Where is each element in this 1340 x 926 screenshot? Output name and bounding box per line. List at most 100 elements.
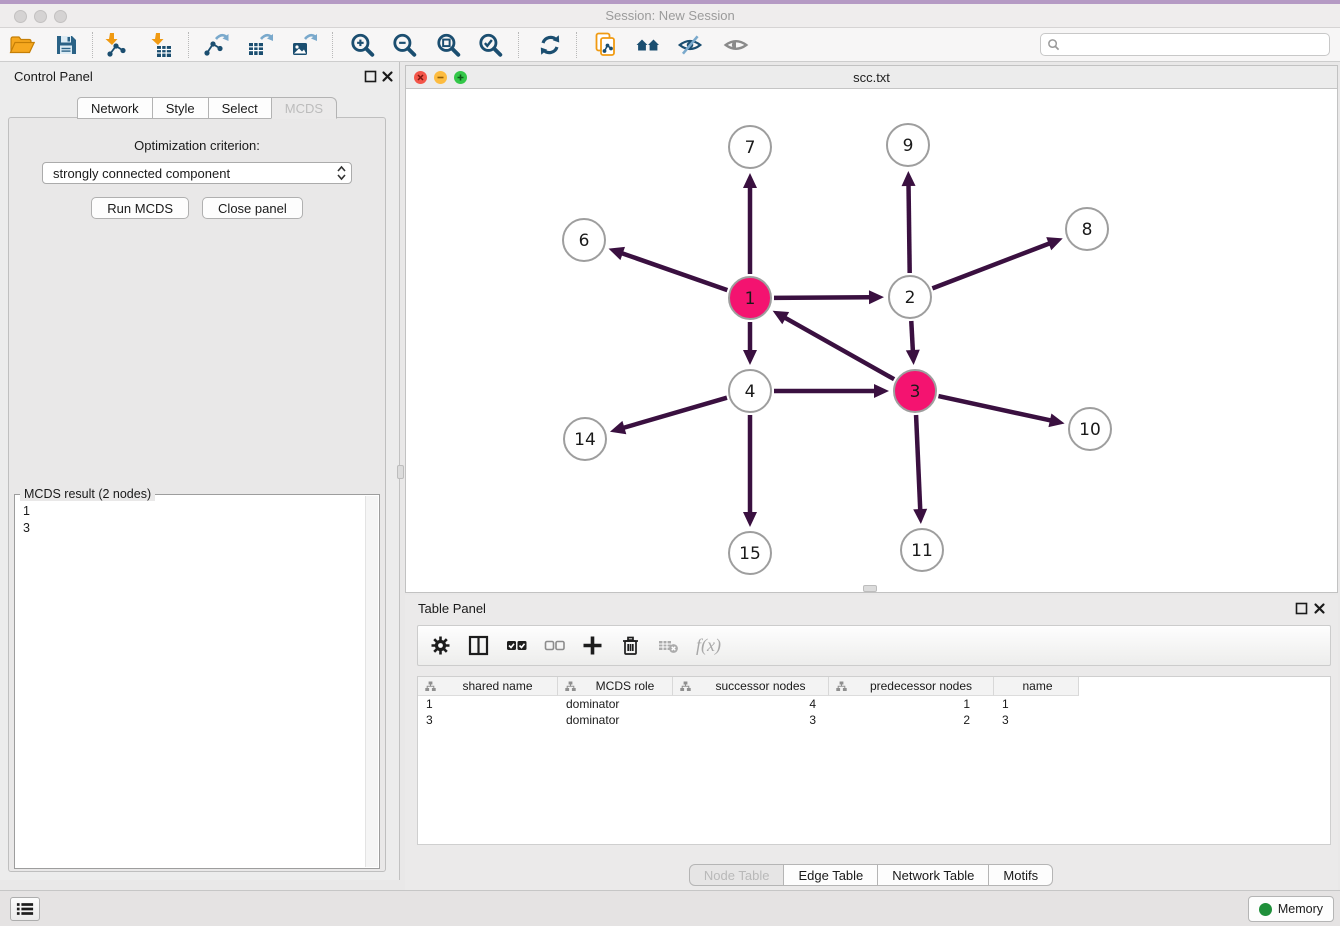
table-cell[interactable]: 3 — [418, 712, 558, 728]
main-titlebar[interactable]: Session: New Session — [0, 4, 1340, 28]
mcds-buttons-row: Run MCDS Close panel — [9, 197, 385, 219]
tab-network[interactable]: Network — [77, 97, 153, 119]
graph-edge-3-10[interactable] — [938, 396, 1051, 421]
column-header-mcds-role[interactable]: MCDS role — [558, 677, 673, 696]
close-table-panel-button[interactable] — [1313, 602, 1326, 615]
graph-edge-3-11[interactable] — [916, 415, 920, 511]
table-cell[interactable]: 2 — [829, 712, 994, 728]
network-view-window: scc.txt 7968124314101511 — [405, 65, 1338, 593]
graph-arrowhead — [743, 173, 757, 188]
tab-network-table[interactable]: Network Table — [877, 864, 989, 886]
table-cell[interactable]: 3 — [994, 712, 1079, 728]
criterion-select[interactable]: strongly connected component — [42, 162, 352, 184]
zoom-fit-button[interactable] — [434, 31, 462, 59]
table-cell[interactable]: 4 — [673, 696, 829, 712]
delete-table-button[interactable] — [658, 635, 679, 656]
graph-edge-3-1[interactable] — [784, 317, 894, 379]
tab-motifs[interactable]: Motifs — [988, 864, 1053, 886]
hierarchy-icon — [680, 681, 691, 692]
control-panel-header: Control Panel — [0, 62, 399, 92]
add-column-button[interactable] — [582, 635, 603, 656]
hide-panel-button[interactable] — [676, 31, 704, 59]
table-cell[interactable]: 1 — [994, 696, 1079, 712]
search-input[interactable] — [1064, 35, 1323, 54]
result-scrollbar[interactable] — [365, 496, 378, 867]
column-header-name[interactable]: name — [994, 677, 1079, 696]
deselect-checkboxes-button[interactable] — [544, 635, 565, 656]
panel-splitter-vertical[interactable] — [397, 465, 404, 479]
reset-layout-button[interactable] — [634, 31, 662, 59]
split-columns-button[interactable] — [468, 635, 489, 656]
network-window-titlebar[interactable]: scc.txt — [406, 66, 1337, 89]
save-session-button[interactable] — [52, 31, 80, 59]
tab-mcds[interactable]: MCDS — [271, 97, 337, 119]
select-all-checkboxes-button[interactable] — [506, 635, 527, 656]
table-row[interactable]: 1 dominator 4 1 1 — [418, 696, 1330, 712]
float-window-icon — [1295, 602, 1308, 615]
table-cell[interactable]: dominator — [558, 712, 673, 728]
graph-edge-1-6[interactable] — [621, 253, 728, 290]
delete-column-button[interactable] — [620, 635, 641, 656]
open-session-button[interactable] — [8, 31, 36, 59]
float-window-icon — [364, 70, 377, 83]
network-graph[interactable]: 7968124314101511 — [406, 89, 1337, 592]
memory-button[interactable]: Memory — [1248, 896, 1334, 922]
criterion-selected-value: strongly connected component — [53, 166, 337, 181]
zoom-selected-button[interactable] — [476, 31, 504, 59]
tab-select[interactable]: Select — [208, 97, 272, 119]
hierarchy-icon — [565, 681, 576, 692]
table-settings-button[interactable] — [430, 635, 451, 656]
import-network-button[interactable] — [100, 31, 128, 59]
search-box — [1040, 33, 1330, 56]
tab-edge-table[interactable]: Edge Table — [783, 864, 878, 886]
table-toolbar: f(x) — [417, 625, 1331, 666]
column-header-predecessor-nodes[interactable]: predecessor nodes — [829, 677, 994, 696]
refresh-view-button[interactable] — [536, 31, 564, 59]
clone-network-button[interactable] — [592, 31, 620, 59]
zoom-in-button[interactable] — [348, 31, 376, 59]
memory-label: Memory — [1278, 902, 1323, 916]
graph-edge-2-8[interactable] — [932, 243, 1050, 288]
function-builder-button[interactable]: f(x) — [696, 635, 721, 656]
graph-edge-2-3[interactable] — [911, 321, 913, 352]
graph-node-label: 11 — [911, 541, 933, 561]
task-history-button[interactable] — [10, 897, 40, 921]
node-table: shared name MCDS role successor nodes pr… — [417, 676, 1331, 845]
close-panel-button[interactable] — [381, 70, 394, 83]
zoom-in-icon — [349, 32, 375, 58]
table-cell[interactable]: 1 — [829, 696, 994, 712]
export-network-button[interactable] — [202, 31, 230, 59]
unchecked-boxes-icon — [544, 635, 565, 656]
graph-arrowhead — [906, 350, 920, 365]
graph-edge-1-2[interactable] — [774, 297, 871, 298]
import-table-button[interactable] — [146, 31, 174, 59]
mcds-result-title: MCDS result (2 nodes) — [20, 487, 155, 501]
table-cell[interactable]: 3 — [673, 712, 829, 728]
column-header-shared-name[interactable]: shared name — [418, 677, 558, 696]
graph-edge-2-9[interactable] — [909, 184, 910, 273]
toolbar-separator — [92, 32, 93, 58]
export-table-button[interactable] — [246, 31, 274, 59]
show-view-button[interactable] — [722, 31, 750, 59]
tab-node-table[interactable]: Node Table — [689, 864, 785, 886]
export-image-button[interactable] — [290, 31, 318, 59]
tab-style[interactable]: Style — [152, 97, 209, 119]
close-icon — [381, 70, 394, 83]
float-table-panel-button[interactable] — [1295, 602, 1308, 615]
panel-splitter-horizontal[interactable] — [863, 585, 877, 592]
list-icon — [16, 901, 34, 917]
table-cell[interactable]: 1 — [418, 696, 558, 712]
table-panel-title: Table Panel — [418, 601, 486, 616]
close-panel-action-button[interactable]: Close panel — [202, 197, 303, 219]
run-mcds-button[interactable]: Run MCDS — [91, 197, 189, 219]
table-cell[interactable]: dominator — [558, 696, 673, 712]
column-header-successor-nodes[interactable]: successor nodes — [673, 677, 829, 696]
graph-node-label: 4 — [745, 382, 756, 402]
zoom-out-button[interactable] — [390, 31, 418, 59]
table-row[interactable]: 3 dominator 3 2 3 — [418, 712, 1330, 728]
select-stepper-icon — [337, 165, 346, 181]
graph-arrowhead — [610, 421, 626, 434]
float-panel-button[interactable] — [364, 70, 377, 83]
graph-edge-4-14[interactable] — [622, 398, 727, 428]
graph-arrowhead — [1048, 413, 1064, 427]
